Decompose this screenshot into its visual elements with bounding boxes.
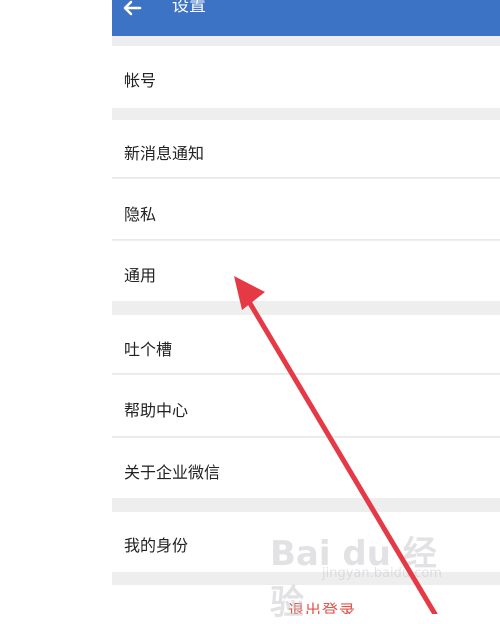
menu-item-label: 通用 xyxy=(124,266,157,285)
menu-item-notifications[interactable]: 新消息通知 xyxy=(112,120,500,178)
menu-item-label: 我的身份 xyxy=(124,536,189,555)
menu-item-label: 帐号 xyxy=(124,71,157,90)
menu-item-label: 帮助中心 xyxy=(124,401,189,420)
menu-item-label: 关于企业微信 xyxy=(124,463,221,482)
menu-item-label: 隐私 xyxy=(124,205,157,224)
page-title: 设置 xyxy=(172,0,206,16)
annotation-arrow-icon xyxy=(234,276,438,614)
menu-item-label: 吐个槽 xyxy=(124,340,173,359)
menu-item-label: 新消息通知 xyxy=(124,144,205,163)
arrow-left-icon[interactable] xyxy=(118,0,146,20)
header-bar: 设置 xyxy=(112,0,500,36)
menu-item-account[interactable]: 帐号 xyxy=(112,46,500,108)
menu-item-privacy[interactable]: 隐私 xyxy=(112,179,500,240)
